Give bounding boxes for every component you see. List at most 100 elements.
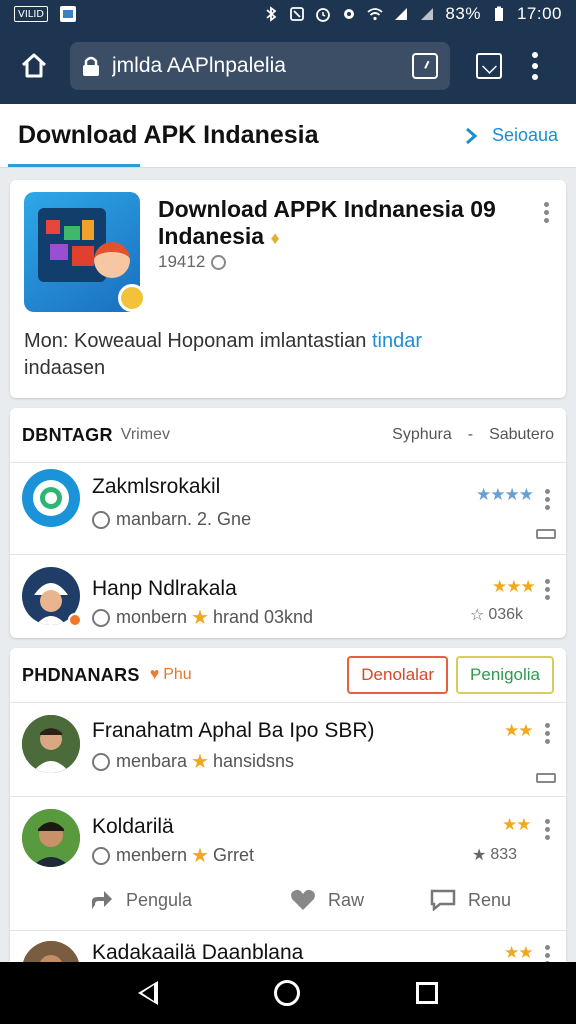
rating-stars: ★★ bbox=[504, 721, 534, 740]
battery-percent: 83% bbox=[445, 4, 481, 23]
share-button[interactable]: Pengula bbox=[90, 889, 192, 911]
at-icon bbox=[92, 510, 110, 529]
at-icon bbox=[92, 608, 110, 627]
section-subtitle: Vrimev bbox=[120, 426, 170, 443]
rating-stars: ★★★ bbox=[492, 577, 536, 596]
player-name: Koldarilä bbox=[92, 815, 174, 838]
wifi-icon bbox=[367, 8, 384, 21]
review-count: ☆ 036k bbox=[470, 606, 524, 624]
page-header: Download APK Indanesia Seioaua bbox=[0, 104, 576, 168]
online-indicator bbox=[68, 613, 82, 627]
star-outline-icon: ★ bbox=[472, 847, 487, 864]
app-more-icon[interactable] bbox=[544, 202, 549, 223]
browser-toolbar: jmlda AAPlnpalelia bbox=[0, 28, 576, 104]
section-title: PHDNANARS bbox=[22, 664, 140, 685]
alarm-icon bbox=[316, 8, 331, 22]
reviewer-meta: manbarn. 2. Gne bbox=[92, 509, 251, 530]
sort-option[interactable]: Syphura bbox=[392, 426, 452, 444]
player-name: Franahatm Aphal Ba Ipo SBR) bbox=[92, 719, 375, 742]
review-count: ★ 833 bbox=[472, 846, 518, 864]
list-item[interactable]: Zakmlsrokakil manbarn. 2. Gne ★★★★ bbox=[10, 462, 566, 548]
comment-icon bbox=[430, 889, 456, 911]
signal-icon bbox=[395, 8, 408, 20]
home-nav-icon[interactable] bbox=[274, 980, 300, 1006]
at-icon bbox=[92, 752, 110, 771]
external-link-icon[interactable] bbox=[476, 53, 502, 79]
active-tab-indicator bbox=[8, 164, 140, 167]
list-item[interactable]: Koldarilä menbern ★ Grret ★★ ★ 833 Pengul… bbox=[10, 796, 566, 928]
section-tag: Phu bbox=[163, 666, 192, 683]
section-title: DBNTAGR bbox=[22, 424, 113, 445]
heart-outline-icon bbox=[291, 889, 315, 910]
section-header: PHDNANARS ♥ Phu Denolalar Penigolia bbox=[10, 648, 566, 702]
star-icon: ★ bbox=[191, 751, 209, 773]
filter-option[interactable]: Sabutero bbox=[489, 426, 554, 444]
badge-icon bbox=[118, 284, 146, 312]
rating-stars: ★★ bbox=[502, 815, 532, 834]
app-title: Download APPK Indnanesia 09 Indanesia ♦ bbox=[158, 196, 496, 249]
description-link[interactable]: tindar bbox=[372, 330, 422, 352]
globe-icon bbox=[211, 254, 227, 270]
reviewer-meta: monbern ★ hrand 03knd bbox=[92, 605, 313, 630]
avatar bbox=[22, 715, 80, 773]
page-title: Download APK Indanesia bbox=[18, 121, 319, 149]
section-header: DBNTAGR Vrimev Syphura - Sabutero bbox=[10, 408, 566, 462]
rating-stars: ★★★★ bbox=[476, 485, 534, 504]
comment-icon bbox=[536, 773, 556, 783]
players-section: PHDNANARS ♥ Phu Denolalar Penigolia Fran… bbox=[10, 648, 566, 968]
leaf-icon: ♦ bbox=[270, 228, 280, 248]
download-button[interactable]: Denolalar bbox=[347, 656, 449, 694]
comment-icon bbox=[536, 529, 556, 539]
app-card[interactable]: Download APPK Indnanesia 09 Indanesia ♦ … bbox=[10, 180, 566, 398]
notification-badge: VILID bbox=[14, 6, 48, 22]
nfc-icon bbox=[290, 7, 305, 21]
reviewer-name: Zakmlsrokakil bbox=[92, 475, 221, 498]
battery-icon bbox=[494, 6, 503, 21]
list-item[interactable]: Franahatm Aphal Ba Ipo SBR) menbara ★ ha… bbox=[10, 702, 566, 790]
player-meta: menbara ★ hansidsns bbox=[92, 749, 294, 774]
recent-apps-icon[interactable] bbox=[416, 982, 438, 1004]
share-icon bbox=[92, 891, 112, 909]
avatar bbox=[22, 809, 80, 867]
system-navigation-bar bbox=[0, 962, 576, 1024]
home-button[interactable] bbox=[14, 46, 54, 86]
list-item[interactable]: Hanp Ndlrakala monbern ★ hrand 03knd ★★★… bbox=[10, 554, 566, 638]
app-description: Mon: Koweaual Hoponam imlantastian tinda… bbox=[24, 330, 423, 379]
app-size: 19412 bbox=[158, 252, 227, 272]
tab-switcher-icon[interactable] bbox=[412, 53, 438, 79]
row-more-icon[interactable] bbox=[545, 579, 550, 600]
settings-icon bbox=[344, 9, 355, 19]
sort-separator: - bbox=[467, 426, 474, 443]
install-button[interactable]: Penigolia bbox=[456, 656, 554, 694]
back-icon[interactable] bbox=[138, 981, 158, 1005]
header-action-label: Seioaua bbox=[491, 125, 558, 145]
signal-icon-2 bbox=[421, 8, 434, 20]
star-icon: ★ bbox=[191, 607, 209, 629]
overflow-menu-icon[interactable] bbox=[532, 52, 538, 80]
player-meta: menbern ★ Grret bbox=[92, 843, 254, 868]
rating-stars: ★★ bbox=[504, 943, 534, 962]
reviewer-name: Hanp Ndlrakala bbox=[92, 577, 237, 600]
row-more-icon[interactable] bbox=[545, 489, 550, 510]
chevron-right-icon bbox=[465, 127, 478, 144]
post-actions: Pengula Raw Renu bbox=[10, 875, 566, 925]
image-notification-icon bbox=[60, 6, 76, 22]
address-bar[interactable]: jmlda AAPlnpalelia bbox=[70, 42, 450, 90]
clock: 17:00 bbox=[516, 4, 562, 23]
star-icon: ★ bbox=[191, 845, 209, 867]
row-more-icon[interactable] bbox=[545, 819, 550, 840]
url-text[interactable]: jmlda AAPlnpalelia bbox=[112, 54, 412, 78]
heart-icon: ♥ bbox=[149, 666, 160, 683]
lock-icon bbox=[83, 56, 99, 76]
row-more-icon[interactable] bbox=[545, 723, 550, 744]
header-action[interactable]: Seioaua bbox=[464, 125, 558, 146]
at-icon bbox=[92, 846, 110, 865]
comment-button[interactable]: Renu bbox=[430, 889, 511, 911]
avatar bbox=[22, 469, 80, 527]
reviews-section: DBNTAGR Vrimev Syphura - Sabutero Zakmls… bbox=[10, 408, 566, 638]
bluetooth-icon bbox=[266, 6, 277, 22]
like-button[interactable]: Raw bbox=[290, 889, 364, 911]
status-bar: VILID 83% 17:00 bbox=[0, 0, 576, 28]
home-icon bbox=[21, 53, 47, 78]
star-outline-icon: ☆ bbox=[470, 607, 485, 624]
